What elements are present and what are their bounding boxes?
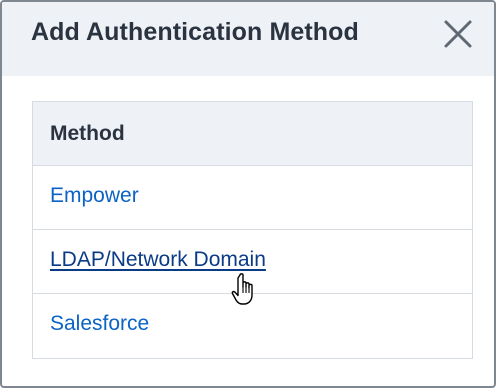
close-icon — [444, 20, 472, 48]
table-row: Empower — [33, 166, 472, 230]
dialog-header: Add Authentication Method — [2, 2, 494, 76]
method-link-salesforce[interactable]: Salesforce — [50, 312, 149, 336]
method-link-ldap-network-domain[interactable]: LDAP/Network Domain — [50, 248, 266, 272]
column-header-method: Method — [50, 122, 125, 145]
close-button[interactable] — [442, 18, 474, 50]
table-row: Salesforce — [33, 294, 472, 358]
method-link-empower[interactable]: Empower — [50, 184, 139, 208]
table-row: LDAP/Network Domain — [33, 230, 472, 294]
add-authentication-method-dialog: Add Authentication Method Method Empower… — [0, 0, 496, 388]
dialog-title: Add Authentication Method — [31, 18, 359, 46]
methods-table: Method Empower LDAP/Network Domain Sales… — [32, 101, 473, 359]
table-header: Method — [33, 102, 472, 166]
